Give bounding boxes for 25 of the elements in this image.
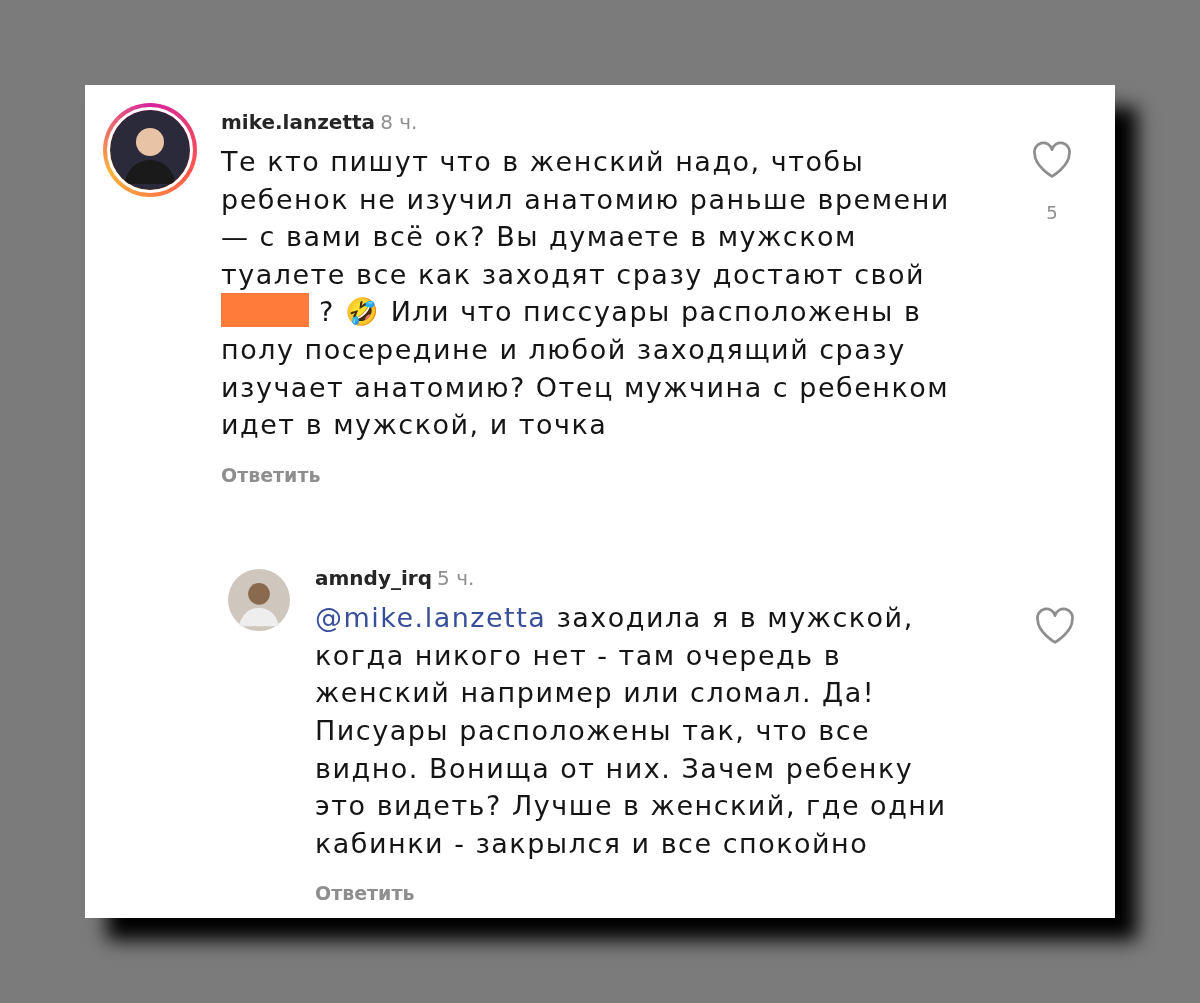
comment-text: заходила я в мужской, — [556, 602, 914, 634]
comment-text: ? — [319, 296, 335, 328]
comment-text: Те кто пишут что в женский надо, чтобы — [221, 146, 865, 177]
like-count: 5 — [1046, 201, 1058, 225]
comment-text: ребенок не изучил анатомию раньше времени — [221, 183, 950, 215]
comment-text: Или что писсуары расположены в — [390, 296, 922, 328]
comment-text: изучает анатомию? Отец мужчина с ребенком — [221, 371, 950, 403]
comment-text: идет в мужской, и точка — [221, 409, 608, 441]
comment-time: 8 ч. — [380, 110, 418, 134]
comment-text: это видеть? Лучше в женский, где одни — [315, 790, 947, 822]
username[interactable]: mike.lanzetta — [221, 110, 376, 134]
comment-text: когда никого нет - там очередь в — [315, 639, 842, 671]
comment-text: Писуары расположены так, что все — [315, 715, 871, 747]
mention-link[interactable]: @mike.lanzetta — [315, 602, 547, 634]
comment-text: полу посередине и любой заходящий сразу — [221, 333, 906, 365]
like-icon[interactable] — [1031, 141, 1073, 179]
emoji: 🤣 — [345, 296, 381, 328]
comment-text: женский например или сломал. Да! — [315, 677, 875, 709]
username[interactable]: amndy_irq — [315, 566, 432, 591]
comment-text: туалете все как заходят сразу достают свой — [221, 258, 925, 290]
comment-text: — с вами всё ок? Вы думаете в мужском — [221, 221, 857, 253]
comment-text: кабинки - закрылся и все спокойно — [315, 827, 869, 859]
like-icon[interactable] — [1034, 607, 1076, 646]
comment-text: видно. Вонища от них. Зачем ребенку — [315, 752, 914, 784]
comment-time: 5 ч. — [437, 566, 475, 591]
